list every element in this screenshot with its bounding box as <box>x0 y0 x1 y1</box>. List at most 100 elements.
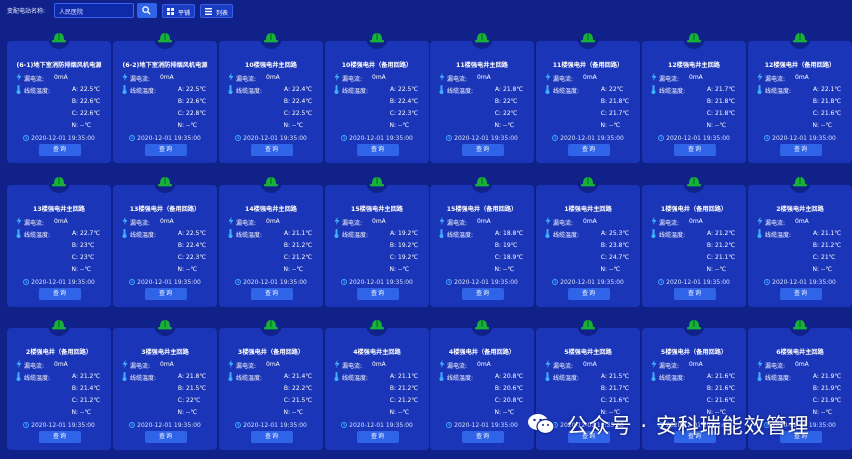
card-title: 1楼强电井主回路 <box>564 206 612 213</box>
phase-b-label: B: <box>812 98 819 105</box>
list-view-button[interactable]: 列表 <box>200 4 234 18</box>
query-button[interactable]: 查询 <box>39 144 81 156</box>
list-view-label: 列表 <box>216 10 229 17</box>
monitor-card: 11楼强电井主回路 漏电流: 0mA 线缆温度: A: 21.8℃ B: 22℃ C: 22℃ N:… <box>430 27 534 163</box>
query-button[interactable]: 查询 <box>674 144 716 156</box>
phase-c-value: 22.6℃ <box>80 110 101 117</box>
phase-c-label: C: <box>283 254 290 261</box>
update-time-value: 2020-12-01 19:35:00 <box>31 279 95 286</box>
status-icon-holder <box>48 27 70 49</box>
query-button[interactable]: 查询 <box>251 288 293 300</box>
clock-icon <box>764 279 771 285</box>
update-time: 2020-12-01 19:35:00 <box>430 135 534 142</box>
monitor-card: 4楼强电井（备用回路） 漏电流: 0mA 线缆温度: A: 20.8℃ B: 20.6℃ C: 2… <box>430 314 534 450</box>
phase-b-value: 21.2℃ <box>715 242 736 249</box>
hard-hat-icon <box>264 320 278 330</box>
phase-n-label: N: <box>177 122 184 129</box>
phase-b-label: B: <box>71 385 78 392</box>
thermometer-icon <box>651 372 656 381</box>
phase-a-value: 22.5℃ <box>186 230 207 237</box>
leakage-label: 漏电流: <box>659 76 680 83</box>
phase-c-label: C: <box>494 254 501 261</box>
query-button[interactable]: 查询 <box>145 431 187 443</box>
phase-b-value: 23℃ <box>80 242 95 249</box>
query-button[interactable]: 查询 <box>145 144 187 156</box>
phase-a-label: A: <box>706 373 713 380</box>
query-button[interactable]: 查询 <box>357 288 399 300</box>
query-button[interactable]: 查询 <box>780 288 822 300</box>
phase-n-label: N: <box>706 122 713 129</box>
phase-n-value: --℃ <box>398 122 410 129</box>
phase-c-label: C: <box>389 110 396 117</box>
leakage-value: 0mA <box>795 218 809 225</box>
query-button[interactable]: 查询 <box>568 144 610 156</box>
search-button[interactable] <box>137 3 157 18</box>
tile-view-button[interactable]: 平铺 <box>162 4 196 18</box>
phase-a-label: A: <box>283 373 290 380</box>
query-button[interactable]: 查询 <box>462 144 504 156</box>
query-button[interactable]: 查询 <box>462 431 504 443</box>
phase-c-label: C: <box>283 397 290 404</box>
query-button[interactable]: 查询 <box>462 288 504 300</box>
phase-a-label: A: <box>71 373 78 380</box>
query-button[interactable]: 查询 <box>674 288 716 300</box>
leakage-label: 漏电流: <box>553 76 574 83</box>
update-time-value: 2020-12-01 19:35:00 <box>666 279 730 286</box>
lightning-icon <box>439 217 445 225</box>
monitor-card: (6-2)地下室消防排烟风机电源 漏电流: 0mA 线缆温度: A: 22.5℃ B: 22.… <box>113 27 217 163</box>
query-button[interactable]: 查询 <box>39 288 81 300</box>
status-icon-holder <box>154 171 176 193</box>
phase-a-label: A: <box>494 86 501 93</box>
monitor-card: 15楼强电井主回路 漏电流: 0mA 线缆温度: A: 19.2℃ B: 19.2℃ C: 19.… <box>325 171 429 307</box>
query-button[interactable]: 查询 <box>568 288 610 300</box>
phase-c-value: 22.8℃ <box>186 110 207 117</box>
clock-icon <box>23 422 30 428</box>
update-time-value: 2020-12-01 19:35:00 <box>349 279 413 286</box>
status-icon-holder <box>154 314 176 336</box>
thermometer-icon <box>545 85 550 94</box>
query-button[interactable]: 查询 <box>251 144 293 156</box>
phase-a-label: A: <box>389 230 396 237</box>
hard-hat-icon <box>687 177 701 187</box>
hard-hat-icon <box>370 33 384 43</box>
leakage-label: 漏电流: <box>342 76 363 83</box>
cable-temp-label: 线缆温度: <box>765 375 792 382</box>
station-search-input[interactable]: 人民医院 <box>54 3 134 18</box>
phase-c-label: C: <box>389 254 396 261</box>
phase-b-value: 21.8℃ <box>821 98 842 105</box>
thermometer-icon <box>439 372 444 381</box>
phase-b-label: B: <box>283 98 290 105</box>
thermometer-icon <box>651 85 656 94</box>
leakage-value: 0mA <box>372 361 386 368</box>
clock-icon <box>235 135 242 141</box>
query-button[interactable]: 查询 <box>39 431 81 443</box>
leakage-value: 0mA <box>689 74 703 81</box>
phase-n-value: --℃ <box>186 409 198 416</box>
phase-a-value: 21.4℃ <box>292 373 313 380</box>
phase-b-label: B: <box>494 242 501 249</box>
phase-b-value: 19℃ <box>503 242 518 249</box>
phase-c-value: 21.1℃ <box>715 254 736 261</box>
leakage-value: 0mA <box>689 361 703 368</box>
phase-c-value: 24.7℃ <box>609 254 630 261</box>
monitor-card: 15楼强电井（备用回路） 漏电流: 0mA 线缆温度: A: 18.8℃ B: 19℃ C: 18… <box>430 171 534 307</box>
query-button[interactable]: 查询 <box>145 288 187 300</box>
update-time-value: 2020-12-01 19:35:00 <box>772 135 836 142</box>
status-icon-holder <box>683 171 705 193</box>
query-button[interactable]: 查询 <box>251 431 293 443</box>
update-time-value: 2020-12-01 19:35:00 <box>454 279 518 286</box>
query-button[interactable]: 查询 <box>357 431 399 443</box>
card-title: 14楼强电井主回路 <box>245 206 297 213</box>
update-time: 2020-12-01 19:35:00 <box>7 135 111 142</box>
hard-hat-icon <box>370 320 384 330</box>
phase-b-label: B: <box>706 242 713 249</box>
phase-a-label: A: <box>177 86 184 93</box>
query-button[interactable]: 查询 <box>780 144 822 156</box>
phase-a-value: 21.9℃ <box>821 373 842 380</box>
leakage-label: 漏电流: <box>659 363 680 370</box>
cable-temp-label: 线缆温度: <box>130 88 157 95</box>
phase-n-value: --℃ <box>821 122 833 129</box>
phase-n-label: N: <box>494 122 501 129</box>
hard-hat-icon <box>475 33 489 43</box>
query-button[interactable]: 查询 <box>357 144 399 156</box>
